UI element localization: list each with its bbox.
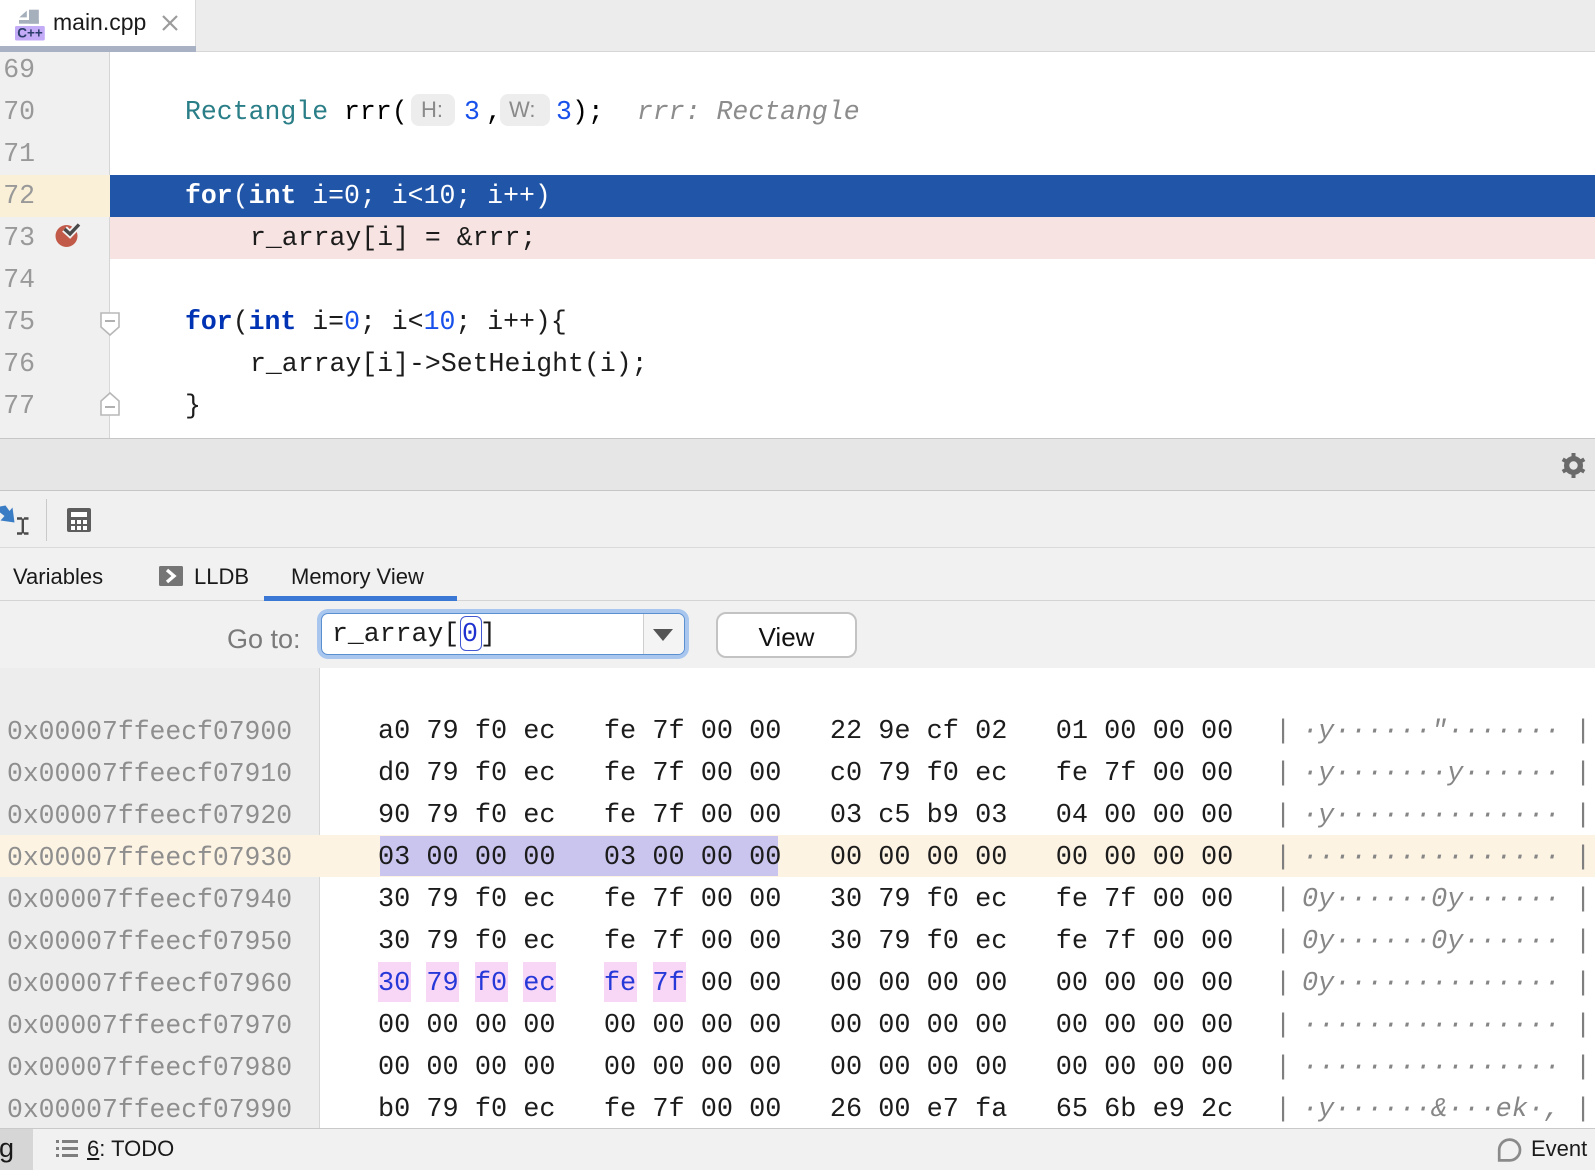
svg-text:C++: C++ — [17, 26, 43, 41]
